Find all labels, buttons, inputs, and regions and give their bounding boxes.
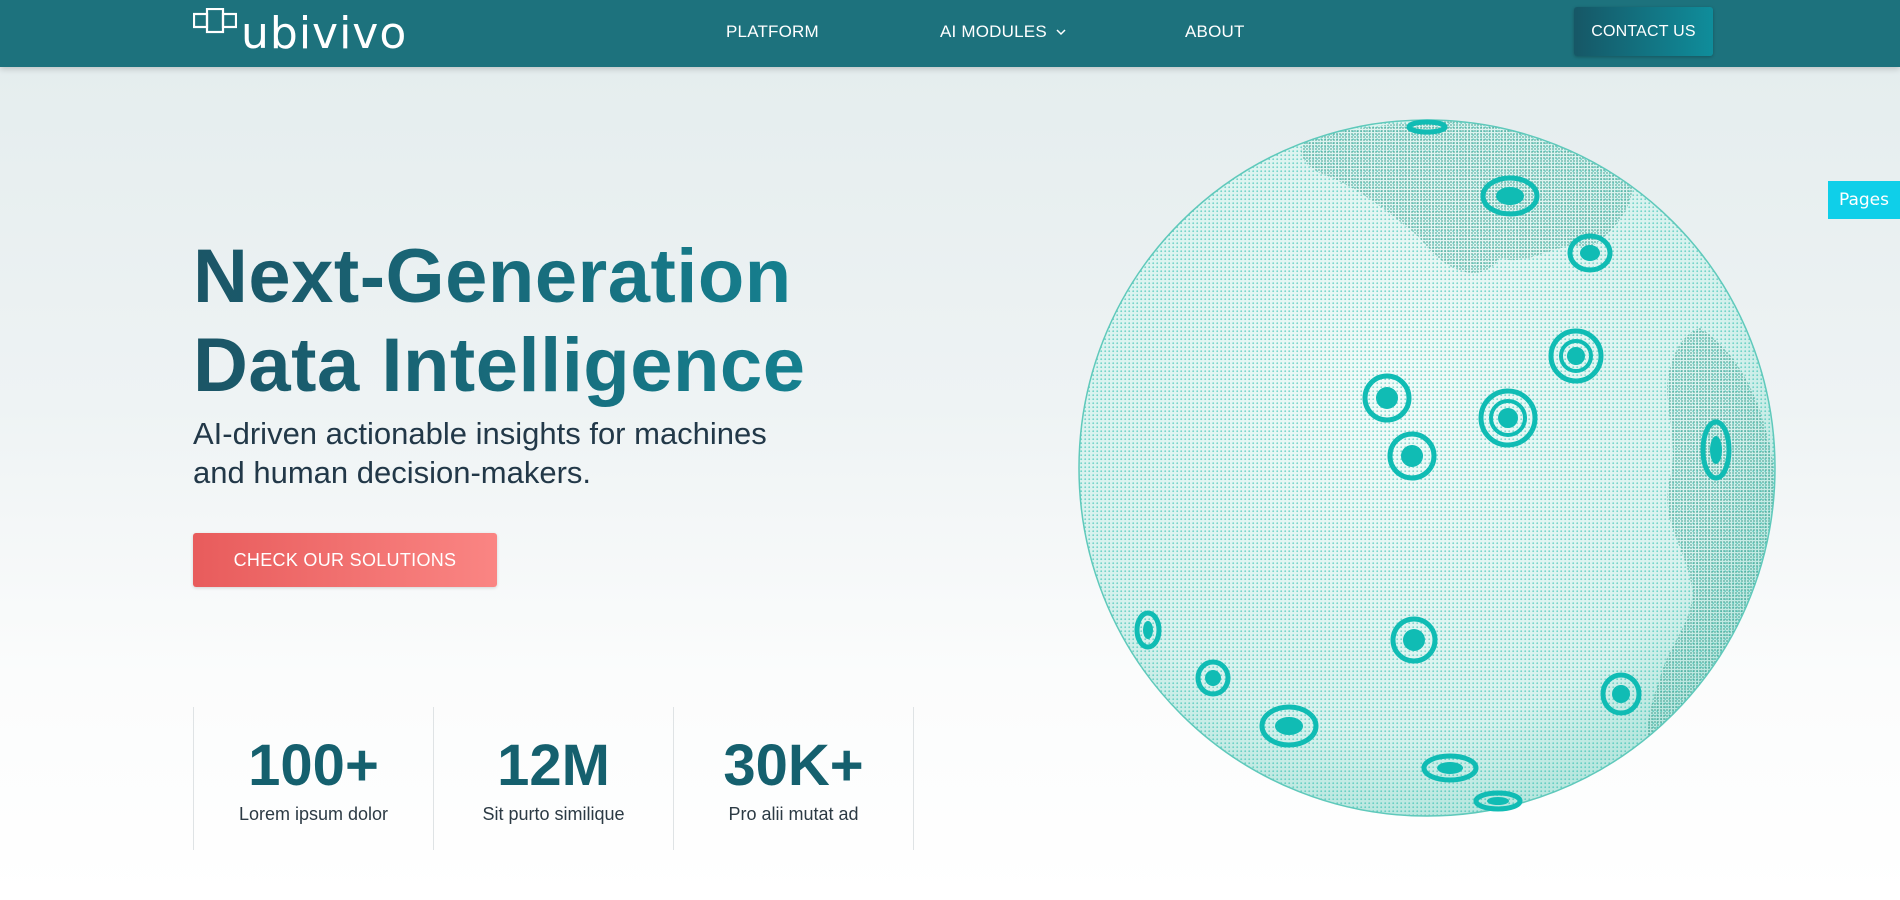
stat-item: 12M Sit purto similique bbox=[433, 707, 673, 850]
stat-label: Pro alii mutat ad bbox=[728, 804, 859, 824]
stat-value: 100+ bbox=[248, 733, 379, 798]
globe-marker bbox=[1478, 388, 1538, 448]
nav-ai-modules-label: AI MODULES bbox=[940, 22, 1047, 41]
pages-tab[interactable]: Pages bbox=[1828, 181, 1900, 219]
logo-text: ubivivo bbox=[241, 8, 408, 59]
stat-item: 30K+ Pro alii mutat ad bbox=[673, 707, 914, 850]
stat-item: 100+ Lorem ipsum dolor bbox=[193, 707, 433, 850]
stat-label: Lorem ipsum dolor bbox=[238, 804, 389, 824]
chevron-down-icon bbox=[1056, 29, 1066, 36]
stat-value: 12M bbox=[497, 733, 610, 798]
stat-label: Sit purto similique bbox=[482, 804, 625, 824]
site-header: ubivivo PLATFORM AI MODULES ABOUT CONTAC… bbox=[0, 0, 1900, 67]
nav-platform[interactable]: PLATFORM bbox=[726, 22, 819, 42]
nav-about[interactable]: ABOUT bbox=[1185, 22, 1245, 42]
stats-row: 100+ Lorem ipsum dolor 12M Sit purto sim… bbox=[193, 707, 914, 850]
hero-subtitle-line1: AI-driven actionable insights for machin… bbox=[193, 416, 767, 451]
nav-ai-modules[interactable]: AI MODULES bbox=[940, 22, 1067, 42]
stat-value: 30K+ bbox=[723, 733, 864, 798]
check-solutions-button[interactable]: CHECK OUR SOLUTIONS bbox=[193, 533, 497, 587]
hero-subtitle: AI-driven actionable insights for machin… bbox=[193, 414, 893, 492]
globe-illustration bbox=[1078, 119, 1776, 817]
logo-mark-icon bbox=[193, 8, 237, 34]
hero-title: Next-Generation Data Intelligence bbox=[193, 232, 805, 410]
hero-subtitle-line2: and human decision-makers. bbox=[193, 455, 592, 490]
hero-title-line2: Data Intelligence bbox=[193, 323, 806, 408]
contact-us-button[interactable]: CONTACT US bbox=[1574, 7, 1713, 56]
hero-title-line1: Next-Generation bbox=[193, 234, 792, 319]
